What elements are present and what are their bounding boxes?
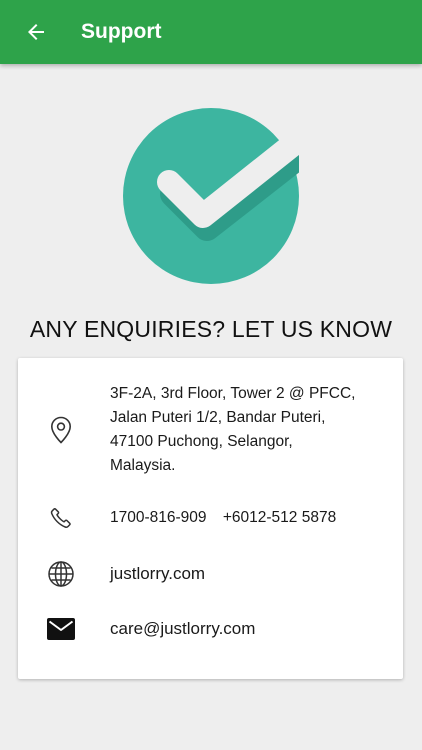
address-line: Malaysia. xyxy=(110,457,176,474)
arrow-left-icon xyxy=(28,24,44,40)
back-button[interactable] xyxy=(12,8,60,56)
phone-icon xyxy=(44,501,78,535)
mail-icon xyxy=(44,612,78,646)
check-circle-icon xyxy=(123,108,312,284)
phone-row: 1700-816-909 +6012-512 5878 xyxy=(18,506,403,530)
phone-number-link[interactable]: 1700-816-909 xyxy=(110,506,207,530)
page-title: Support xyxy=(81,20,162,43)
mobile-number-link[interactable]: +6012-512 5878 xyxy=(223,506,336,530)
website-row[interactable]: justlorry.com xyxy=(18,561,403,587)
hero-image xyxy=(123,108,312,284)
address-line: Jalan Puteri 1/2, Bandar Puteri, xyxy=(110,409,326,426)
location-pin-icon xyxy=(44,413,78,447)
contact-card: 3F-2A, 3rd Floor, Tower 2 @ PFCC, Jalan … xyxy=(18,358,403,679)
address-row[interactable]: 3F-2A, 3rd Floor, Tower 2 @ PFCC, Jalan … xyxy=(18,382,403,478)
phone-numbers: 1700-816-909 +6012-512 5878 xyxy=(110,506,348,530)
address-line: 47100 Puchong, Selangor, xyxy=(110,433,293,450)
address-text: 3F-2A, 3rd Floor, Tower 2 @ PFCC, Jalan … xyxy=(110,382,355,478)
email-link[interactable]: care@justlorry.com xyxy=(110,617,255,641)
website-link[interactable]: justlorry.com xyxy=(110,562,205,586)
address-line: 3F-2A, 3rd Floor, Tower 2 @ PFCC, xyxy=(110,385,356,402)
enquiry-heading: ANY ENQUIRIES? LET US KNOW xyxy=(29,316,393,342)
email-row[interactable]: care@justlorry.com xyxy=(18,617,403,641)
app-bar: Support xyxy=(0,0,422,64)
globe-icon xyxy=(44,557,78,591)
